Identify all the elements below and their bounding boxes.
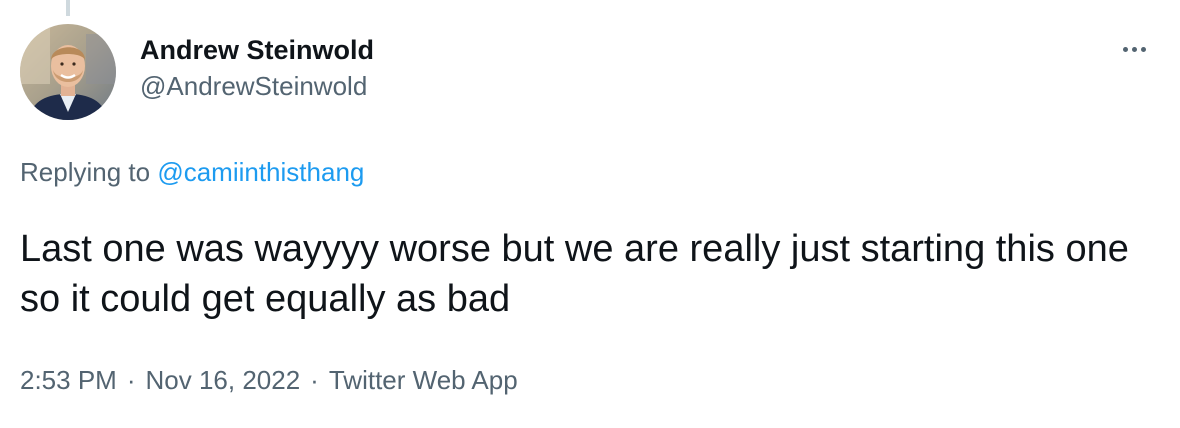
- more-options-button[interactable]: [1116, 34, 1152, 64]
- thread-connector-line: [66, 0, 70, 16]
- tweet-metadata: 2:53 PM · Nov 16, 2022 · Twitter Web App: [20, 362, 518, 398]
- separator-dot: ·: [310, 365, 319, 395]
- avatar-image: [20, 24, 116, 120]
- author-handle[interactable]: @AndrewSteinwold: [140, 68, 374, 104]
- replying-to-label: Replying to: [20, 157, 151, 187]
- avatar[interactable]: [20, 24, 116, 120]
- tweet-text: Last one was wayyyy worse but we are rea…: [20, 228, 1129, 320]
- author-info: Andrew Steinwold @AndrewSteinwold: [140, 32, 374, 104]
- replying-to-handle-link[interactable]: @camiinthisthang: [157, 157, 364, 187]
- more-horizontal-icon: [1121, 46, 1148, 52]
- tweet-time[interactable]: 2:53 PM: [20, 365, 117, 395]
- replying-to-line: Replying to @camiinthisthang: [20, 154, 364, 190]
- tweet-date[interactable]: Nov 16, 2022: [146, 365, 301, 395]
- author-display-name[interactable]: Andrew Steinwold: [140, 32, 374, 68]
- separator-dot: ·: [126, 365, 136, 395]
- tweet-source[interactable]: Twitter Web App: [329, 365, 518, 395]
